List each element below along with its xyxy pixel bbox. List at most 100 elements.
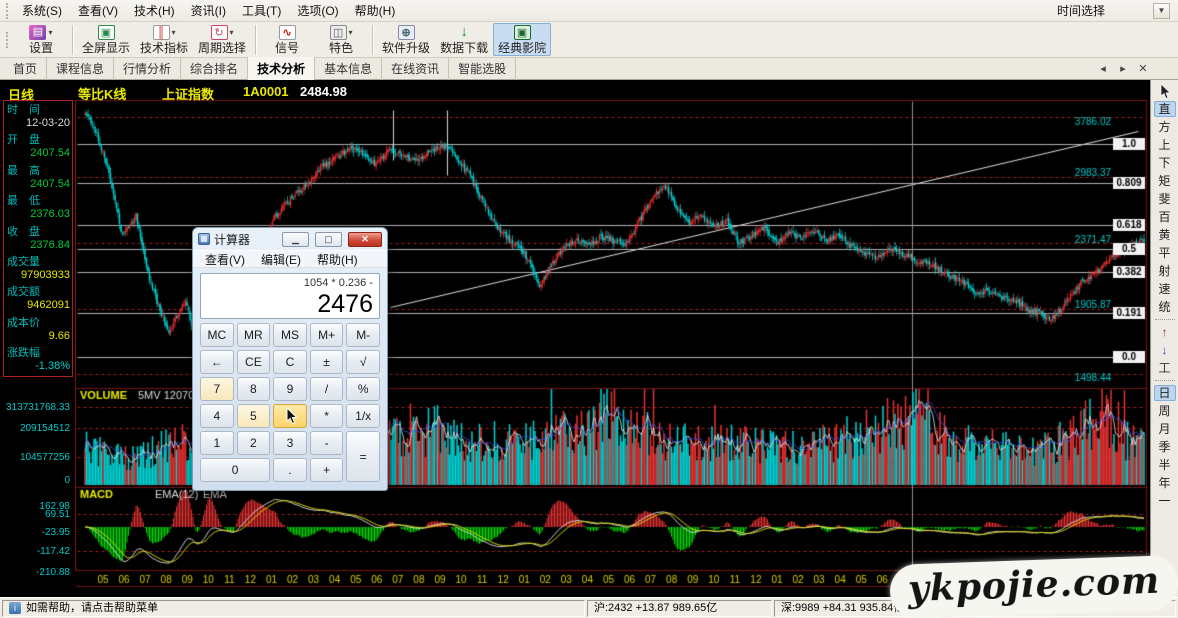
menu-item[interactable]: 查看(V) bbox=[70, 0, 126, 22]
menu-item[interactable]: 帮助(H) bbox=[347, 0, 404, 22]
toolbar-button-fullscreen[interactable]: ▣全屏显示 bbox=[77, 23, 135, 56]
calc-key--[interactable]: - bbox=[310, 431, 344, 455]
toolbar-button-icon-row: ⊕ bbox=[398, 25, 415, 41]
calc-key-8[interactable]: 8 bbox=[237, 377, 271, 401]
time-select-dropdown-icon[interactable]: ▼ bbox=[1153, 3, 1170, 19]
calc-key-±[interactable]: ± bbox=[310, 350, 344, 374]
calc-key-=[interactable]: = bbox=[346, 431, 380, 482]
draw-tool-射[interactable]: 射 bbox=[1154, 263, 1176, 279]
arrow-tool[interactable]: ↑ bbox=[1154, 324, 1176, 340]
tab-scroll-right-icon[interactable]: ▸ bbox=[1116, 62, 1130, 75]
pointer-tool-icon[interactable] bbox=[1154, 83, 1176, 99]
tab-基本信息[interactable]: 基本信息 bbox=[315, 57, 382, 80]
info-label: 最 低 bbox=[6, 195, 70, 208]
arrow-tool[interactable]: ↓ bbox=[1154, 342, 1176, 358]
menu-item[interactable]: 技术(H) bbox=[126, 0, 183, 22]
dropdown-caret-icon[interactable]: ▾ bbox=[349, 28, 353, 37]
arrow-tool[interactable]: 工 bbox=[1154, 360, 1176, 376]
tab-在线资讯[interactable]: 在线资讯 bbox=[382, 57, 449, 80]
calc-key-MC[interactable]: MC bbox=[200, 323, 234, 347]
toolbar-button-special[interactable]: ◫▾特色 bbox=[314, 23, 368, 56]
calc-key-MR[interactable]: MR bbox=[237, 323, 271, 347]
calc-key-√[interactable]: √ bbox=[346, 350, 380, 374]
calc-menu-item[interactable]: 查看(V) bbox=[199, 250, 251, 269]
calc-key-CE[interactable]: CE bbox=[237, 350, 271, 374]
calculator-titlebar[interactable]: ▦ 计算器 ▁ ▢ ✕ bbox=[193, 228, 387, 250]
period-月[interactable]: 月 bbox=[1154, 421, 1176, 437]
dropdown-caret-icon[interactable]: ▾ bbox=[48, 28, 52, 37]
calc-key-*[interactable]: * bbox=[310, 404, 344, 428]
period-年[interactable]: 年 bbox=[1154, 475, 1176, 491]
dropdown-caret-icon[interactable]: ▾ bbox=[172, 28, 176, 37]
calc-key-4[interactable]: 4 bbox=[200, 404, 234, 428]
toolbar-button-indicator[interactable]: ║▾技术指标 bbox=[135, 23, 193, 56]
period-周[interactable]: 周 bbox=[1154, 403, 1176, 419]
draw-tool-平[interactable]: 平 bbox=[1154, 245, 1176, 261]
tab-首页[interactable]: 首页 bbox=[4, 57, 47, 80]
tab-close-icon[interactable]: ✕ bbox=[1136, 62, 1150, 75]
calc-key-/[interactable]: / bbox=[310, 377, 344, 401]
tab-scroll-left-icon[interactable]: ◂ bbox=[1096, 62, 1110, 75]
calc-key-C[interactable]: C bbox=[273, 350, 307, 374]
calc-key-6[interactable]: 6 bbox=[273, 404, 307, 428]
period-半[interactable]: 半 bbox=[1154, 457, 1176, 473]
draw-tool-下[interactable]: 下 bbox=[1154, 155, 1176, 171]
draw-tool-方[interactable]: 方 bbox=[1154, 119, 1176, 135]
calc-key-M+[interactable]: M+ bbox=[310, 323, 344, 347]
close-button[interactable]: ✕ bbox=[348, 232, 382, 247]
tab-智能选股[interactable]: 智能选股 bbox=[449, 57, 516, 80]
info-label: 成本价 bbox=[6, 317, 70, 330]
tab-技术分析[interactable]: 技术分析 bbox=[248, 57, 315, 80]
upgrade-icon: ⊕ bbox=[398, 25, 415, 40]
calc-key-3[interactable]: 3 bbox=[273, 431, 307, 455]
draw-tool-黄[interactable]: 黄 bbox=[1154, 227, 1176, 243]
tab-行情分析[interactable]: 行情分析 bbox=[114, 57, 181, 80]
calc-key-9[interactable]: 9 bbox=[273, 377, 307, 401]
draw-tool-直[interactable]: 直 bbox=[1154, 101, 1176, 117]
toolbar-button-icon-row: ▣ bbox=[98, 25, 115, 41]
calc-key-1[interactable]: 1 bbox=[200, 431, 234, 455]
menu-items: 系统(S)查看(V)技术(H)资讯(I)工具(T)选项(O)帮助(H) bbox=[14, 0, 403, 22]
tab-综合排名[interactable]: 综合排名 bbox=[181, 57, 248, 80]
calc-key-1/x[interactable]: 1/x bbox=[346, 404, 380, 428]
draw-tool-上[interactable]: 上 bbox=[1154, 137, 1176, 153]
menu-item[interactable]: 工具(T) bbox=[234, 0, 289, 22]
calc-key-%[interactable]: % bbox=[346, 377, 380, 401]
calculator-window[interactable]: ▦ 计算器 ▁ ▢ ✕ 查看(V)编辑(E)帮助(H) 1054 * 0.236… bbox=[192, 227, 388, 491]
tab-课程信息[interactable]: 课程信息 bbox=[47, 57, 114, 80]
toolbar-button-cinema[interactable]: ▣经典影院 bbox=[493, 23, 551, 56]
draw-tool-矩[interactable]: 矩 bbox=[1154, 173, 1176, 189]
time-select-label[interactable]: 时间选择 bbox=[1051, 0, 1111, 21]
calc-key-MS[interactable]: MS bbox=[273, 323, 307, 347]
calc-key-←[interactable]: ← bbox=[200, 350, 234, 374]
period-日[interactable]: 日 bbox=[1154, 385, 1176, 401]
toolbar-button-signal[interactable]: ∿信号 bbox=[260, 23, 314, 56]
axis-label: 104577256 bbox=[0, 452, 70, 463]
calc-key-2[interactable]: 2 bbox=[237, 431, 271, 455]
menu-item[interactable]: 资讯(I) bbox=[183, 0, 234, 22]
calc-key-5[interactable]: 5 bbox=[237, 404, 271, 428]
calc-key-+[interactable]: + bbox=[310, 458, 344, 482]
period-一[interactable]: 一 bbox=[1154, 493, 1176, 509]
toolbar-button-settings[interactable]: ▤▾设置 bbox=[14, 23, 68, 56]
minimize-button[interactable]: ▁ bbox=[282, 232, 309, 247]
draw-tool-斐[interactable]: 斐 bbox=[1154, 191, 1176, 207]
calc-key-7[interactable]: 7 bbox=[200, 377, 234, 401]
calc-menu-item[interactable]: 帮助(H) bbox=[311, 250, 364, 269]
draw-tool-百[interactable]: 百 bbox=[1154, 209, 1176, 225]
toolbar-button-period[interactable]: ↻▾周期选择 bbox=[193, 23, 251, 56]
toolbar-button-upgrade[interactable]: ⊕软件升级 bbox=[377, 23, 435, 56]
calc-key-.[interactable]: . bbox=[273, 458, 307, 482]
calc-menu-item[interactable]: 编辑(E) bbox=[255, 250, 307, 269]
dropdown-caret-icon[interactable]: ▾ bbox=[230, 28, 234, 37]
draw-tool-统[interactable]: 统 bbox=[1154, 299, 1176, 315]
maximize-button[interactable]: ▢ bbox=[315, 232, 342, 247]
calc-key-M-[interactable]: M- bbox=[346, 323, 380, 347]
menu-item[interactable]: 系统(S) bbox=[14, 0, 70, 22]
draw-tool-速[interactable]: 速 bbox=[1154, 281, 1176, 297]
toolbar-button-download[interactable]: ↓数据下载 bbox=[435, 23, 493, 56]
toolbar-button-icon-row: ∿ bbox=[279, 25, 296, 41]
calc-key-0[interactable]: 0 bbox=[200, 458, 270, 482]
period-季[interactable]: 季 bbox=[1154, 439, 1176, 455]
menu-item[interactable]: 选项(O) bbox=[289, 0, 346, 22]
